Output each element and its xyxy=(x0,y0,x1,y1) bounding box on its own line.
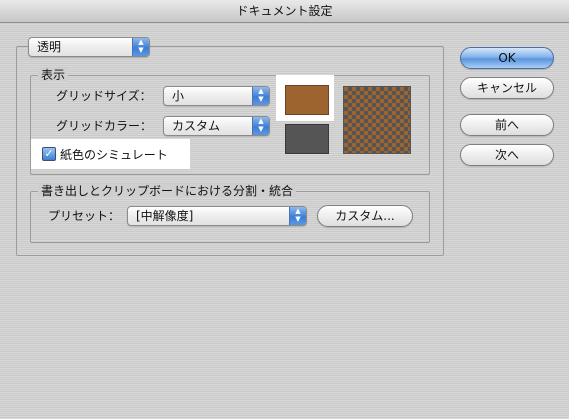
grid-color-2-swatch[interactable] xyxy=(285,124,329,154)
grid-size-label: グリッドサイズ： xyxy=(56,89,152,103)
prev-button[interactable]: 前へ xyxy=(460,114,554,136)
ok-button[interactable]: OK xyxy=(460,47,554,69)
grid-size-popup[interactable]: 小 ▲ ▼ xyxy=(163,86,270,106)
simulate-paper-label: 紙色のシミュレート xyxy=(60,148,168,162)
stepper-arrows-icon: ▲ ▼ xyxy=(252,87,269,105)
display-group-legend: 表示 xyxy=(38,68,69,82)
simulate-paper-checkbox[interactable]: ✓ xyxy=(42,147,56,161)
preset-value: [中解像度] xyxy=(136,209,194,223)
custom-flatten-button[interactable]: カスタム... xyxy=(317,205,413,227)
flatten-group-legend: 書き出しとクリップボードにおける分割・統合 xyxy=(38,184,297,198)
window-title: ドキュメント設定 xyxy=(0,0,569,23)
section-popup[interactable]: 透明 ▲ ▼ xyxy=(28,37,150,57)
preset-popup[interactable]: [中解像度] ▲ ▼ xyxy=(127,206,307,226)
grid-color-value: カスタム xyxy=(172,119,221,133)
grid-color-1-swatch[interactable] xyxy=(285,85,329,115)
preset-label: プリセット： xyxy=(48,209,121,223)
stepper-arrows-icon: ▲ ▼ xyxy=(252,117,269,135)
next-button[interactable]: 次へ xyxy=(460,144,554,166)
grid-size-value: 小 xyxy=(172,89,185,103)
stepper-arrows-icon: ▲ ▼ xyxy=(132,38,149,56)
grid-preview-checker xyxy=(343,86,411,154)
cancel-button[interactable]: キャンセル xyxy=(460,77,554,99)
grid-color-label: グリッドカラー： xyxy=(56,119,153,133)
checkmark-icon: ✓ xyxy=(44,147,54,160)
grid-color-popup[interactable]: カスタム ▲ ▼ xyxy=(163,116,270,136)
stepper-arrows-icon: ▲ ▼ xyxy=(289,207,306,225)
section-popup-value: 透明 xyxy=(37,40,62,54)
